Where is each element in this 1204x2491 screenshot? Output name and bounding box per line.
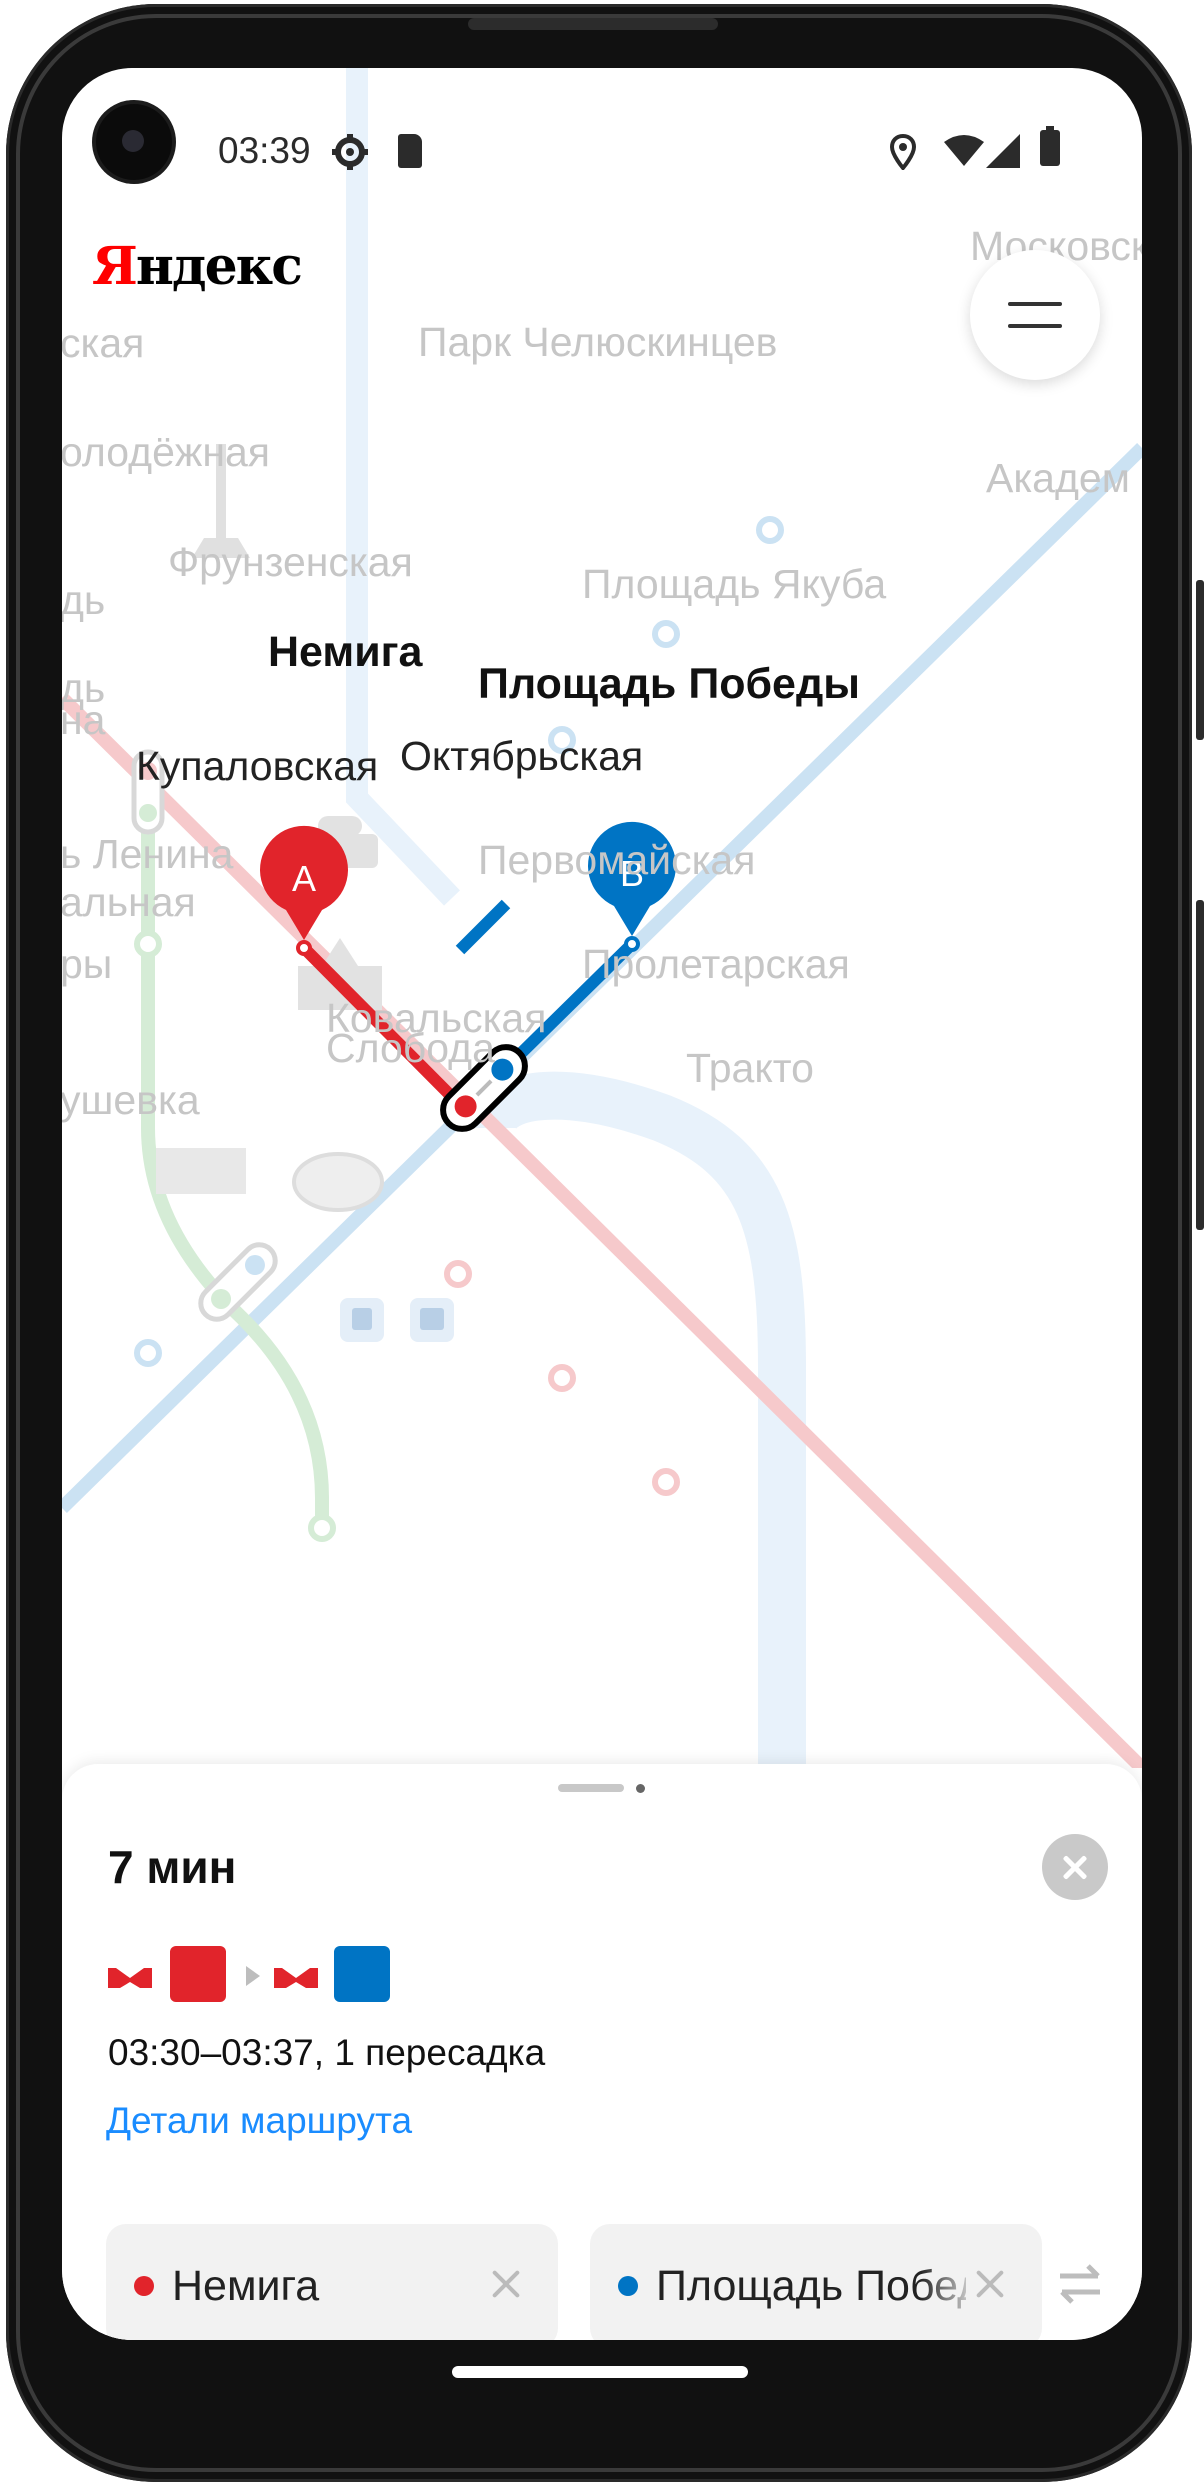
swap-stations-icon[interactable]: [1052, 2256, 1108, 2312]
station-label-kupalovskaya: Купаловская: [136, 743, 378, 789]
route-duration: 7 мин: [108, 1841, 237, 1893]
location-icon: [890, 134, 916, 170]
metro-icon: [108, 1968, 152, 1988]
station-label-left-3: на: [62, 697, 106, 743]
station-label-pl-yakuba: Площадь Якуба: [582, 561, 886, 607]
settings-icon: [332, 134, 368, 170]
station-label-kovalskaya-2: Слобода: [326, 1025, 495, 1071]
blue-dot-icon: [618, 2276, 638, 2296]
earpiece-speaker: [468, 18, 718, 30]
sheet-drag-handle[interactable]: [558, 1784, 624, 1792]
clear-from-icon[interactable]: [486, 2264, 526, 2304]
route-details-link[interactable]: Детали маршрута: [106, 2100, 412, 2142]
station-label-top-left: ская: [62, 320, 144, 366]
station-label-ry: ры: [62, 941, 112, 987]
station-label-proletarskaya: Пролетарская: [582, 941, 850, 987]
home-indicator[interactable]: [452, 2366, 748, 2378]
battery-icon: [1040, 126, 1060, 166]
route-time-range: 03:30–03:37, 1 пересадка: [108, 2032, 546, 2073]
route-bottom-sheet: 7 мин 03:30–03:37, 1 пересадка Детали ма…: [62, 1764, 1142, 2340]
station-dot-nemiga: [296, 940, 312, 956]
station-label-molodezhnaya: олодёжная: [62, 429, 270, 475]
route-segments: [108, 1946, 408, 2006]
bus-stop-icon: [410, 1298, 454, 1342]
station-label-vokzalnaya: альная: [62, 879, 196, 925]
menu-button[interactable]: [970, 250, 1100, 380]
close-route-button[interactable]: [1042, 1834, 1108, 1900]
sheet-page-dot: [636, 1784, 645, 1793]
signal-icon: [986, 134, 1020, 168]
red-dot-icon: [134, 2276, 154, 2296]
status-bar: 03:39: [62, 126, 1142, 186]
station-label-grushevka: ушевка: [62, 1077, 200, 1123]
screen: A B ская Парк Челюскинцев Московская оло…: [62, 68, 1142, 2340]
arrow-right-icon: [246, 1966, 260, 1986]
from-station-field[interactable]: Немига: [106, 2224, 558, 2340]
station-label-traktor: Тракто: [686, 1045, 814, 1091]
station-label-left-1: дь: [62, 577, 105, 623]
menu-icon-line: [1008, 302, 1062, 306]
tram-stop-icon: [340, 1298, 384, 1342]
station-label-park-chelyuskintsev: Парк Челюскинцев: [418, 319, 777, 365]
station-label-pl-pobedy: Площадь Победы: [478, 660, 860, 708]
marker-a[interactable]: A: [260, 825, 348, 940]
phone-frame: A B ская Парк Челюскинцев Московская оло…: [0, 0, 1204, 2491]
metro-icon: [274, 1968, 318, 1988]
yandex-logo[interactable]: Яндекс: [92, 236, 303, 297]
volume-button: [1196, 580, 1204, 740]
faded-blue-loop: [468, 1071, 806, 1768]
station-label-pervomayskaya: Первомайская: [478, 837, 755, 883]
station-label-oktyabrskaya: Октябрьская: [400, 733, 643, 779]
status-time: 03:39: [218, 130, 311, 171]
menu-icon-line: [1008, 324, 1062, 328]
red-line-badge: [170, 1946, 226, 2002]
sd-card-icon: [398, 134, 422, 168]
landmark-stadium-icon: [292, 1152, 384, 1212]
to-station-field[interactable]: Площадь Победы: [590, 2224, 1042, 2340]
station-label-akadem: Академ: [986, 455, 1130, 501]
blue-line-badge: [334, 1946, 390, 2002]
station-label-frunzenskaya: Фрунзенская: [168, 539, 413, 585]
power-button: [1196, 900, 1204, 1230]
landmark-building-icon: [156, 1148, 246, 1194]
wifi-icon: [944, 135, 984, 166]
station-label-pl-lenina: ь Ленина: [62, 831, 234, 877]
from-station-value: Немига: [172, 2262, 320, 2310]
svg-text:A: A: [292, 858, 316, 899]
route-blue-segment: [455, 899, 511, 955]
station-label-nemiga: Немига: [268, 628, 424, 676]
clear-to-icon[interactable]: [970, 2264, 1010, 2304]
